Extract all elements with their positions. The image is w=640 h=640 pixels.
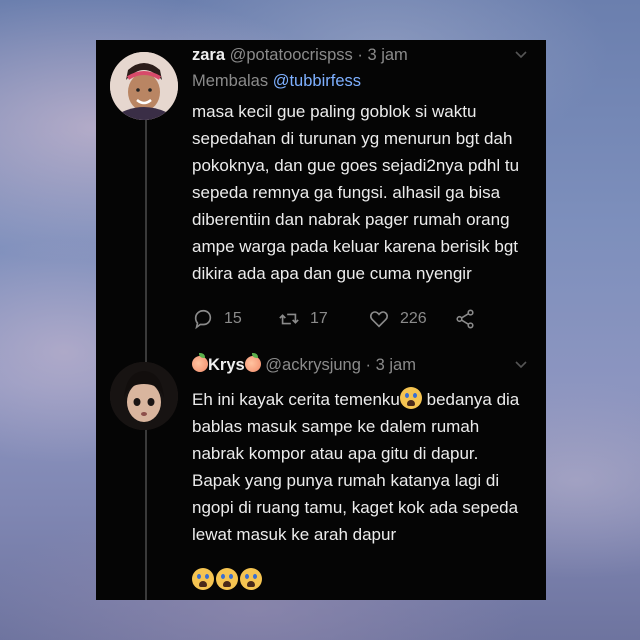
mention-link[interactable]: @tubbirfess <box>273 72 361 90</box>
like-count: 226 <box>400 310 427 327</box>
chevron-down-icon[interactable] <box>514 50 528 60</box>
chevron-down-icon[interactable] <box>514 360 528 370</box>
tweet-text: Eh ini kayak cerita temenku bedanya dia … <box>192 386 522 548</box>
user-handle[interactable]: @potatoocrispss <box>230 46 353 64</box>
like-action[interactable]: 226 <box>368 308 427 330</box>
peach-emoji-icon <box>192 353 208 372</box>
share-icon <box>456 309 474 329</box>
tweet-krys[interactable]: Krys @ackrysjung · 3 jam Eh ini kayak ce… <box>96 350 546 600</box>
tweet-text-rest: bedanya dia bablas masuk sampe ke dalem … <box>192 390 520 544</box>
replying-to-label: Membalas <box>192 72 269 90</box>
avatar[interactable] <box>110 362 178 430</box>
tweet-actions: 15 17 226 <box>192 308 492 332</box>
timestamp[interactable]: 3 jam <box>367 46 407 64</box>
crying-emoji-icon <box>240 568 262 590</box>
retweet-count: 17 <box>310 310 328 327</box>
display-name[interactable]: zara <box>192 46 225 64</box>
crying-emoji-icon <box>399 387 422 409</box>
share-action[interactable] <box>454 308 476 330</box>
separator-dot: · <box>365 356 372 374</box>
avatar[interactable] <box>110 52 178 120</box>
retweet-action[interactable]: 17 <box>278 308 328 330</box>
reply-icon <box>194 309 212 330</box>
crying-emoji-icon <box>192 568 214 590</box>
tweet-text: masa kecil gue paling goblok si waktu se… <box>192 102 520 283</box>
heart-icon <box>369 311 389 328</box>
separator-dot: · <box>357 46 363 64</box>
tweet-zara[interactable]: zara @potatoocrispss · 3 jam Membalas @t… <box>96 40 546 340</box>
tweet-thread-card: zara @potatoocrispss · 3 jam Membalas @t… <box>96 40 546 600</box>
retweet-icon <box>279 313 299 325</box>
replying-to: Membalas @tubbirfess <box>192 72 361 91</box>
crying-emoji-icon <box>216 568 238 590</box>
tweet-header: Krys @ackrysjung · 3 jam <box>192 353 416 375</box>
reply-action[interactable]: 15 <box>192 308 242 330</box>
user-handle[interactable]: @ackrysjung <box>265 356 361 374</box>
emoji-row <box>192 568 262 592</box>
display-name[interactable]: Krys <box>208 356 245 374</box>
peach-emoji-icon <box>244 353 261 372</box>
reply-count: 15 <box>224 310 242 327</box>
timestamp[interactable]: 3 jam <box>376 356 416 374</box>
tweet-text-start: Eh ini kayak cerita temenku <box>192 390 400 409</box>
tweet-header: zara @potatoocrispss · 3 jam <box>192 46 408 65</box>
